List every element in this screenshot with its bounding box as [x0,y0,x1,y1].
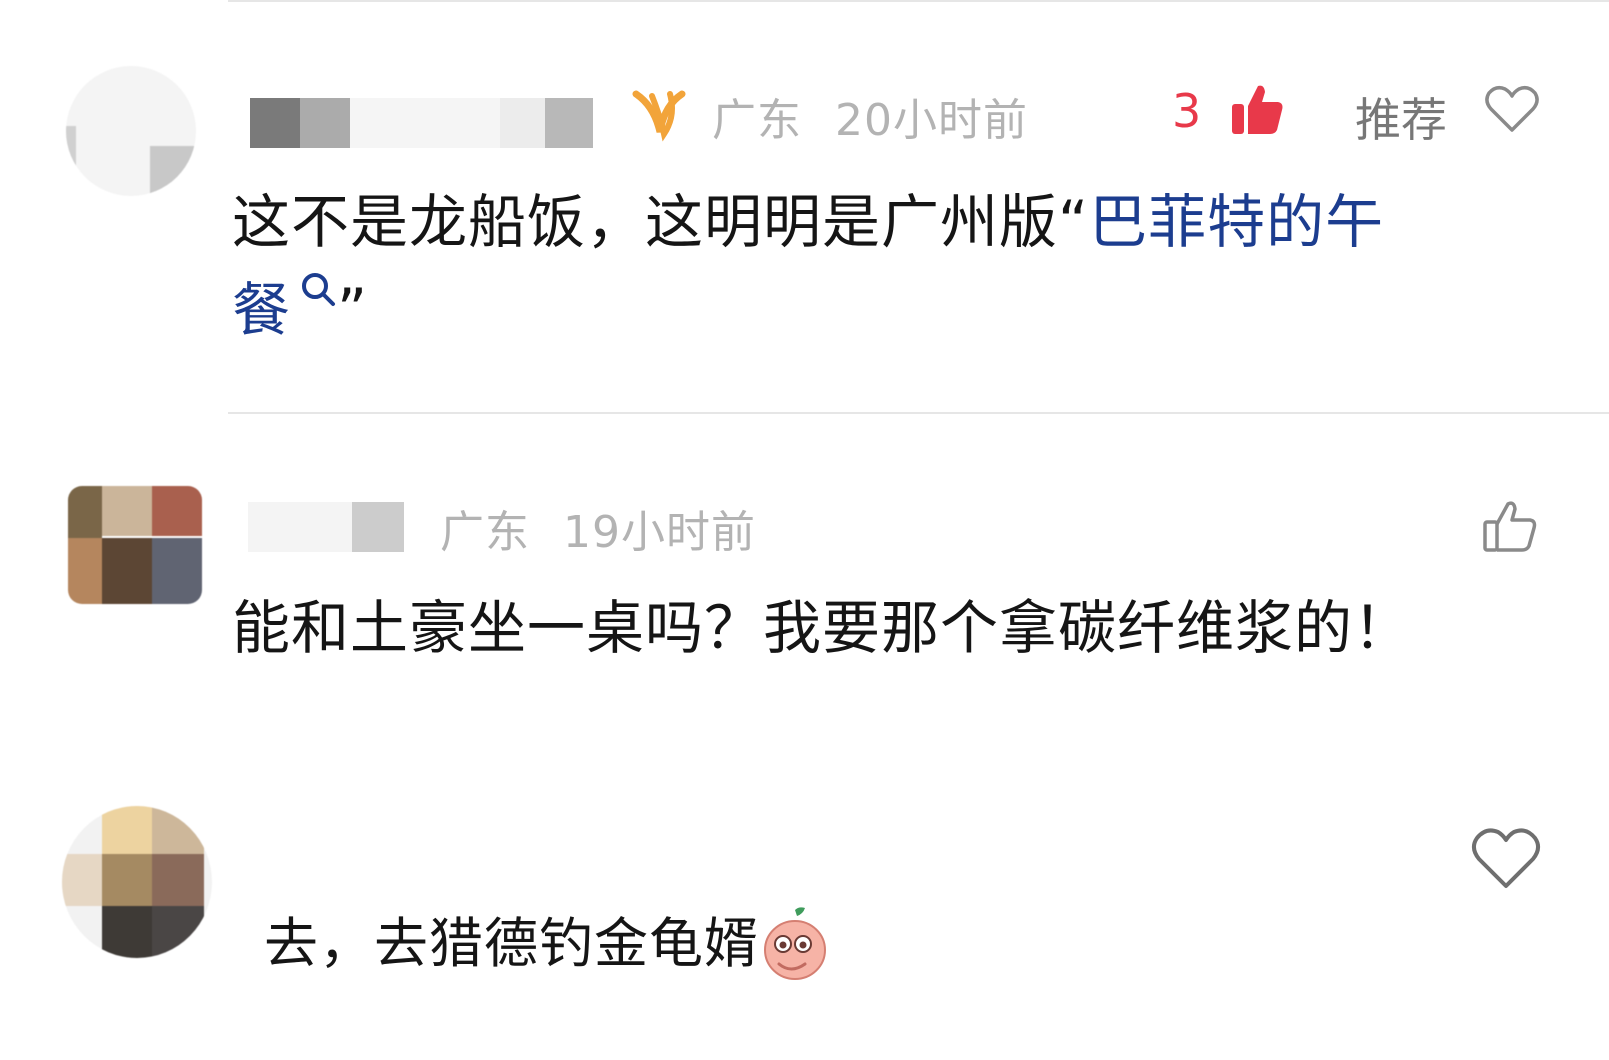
comment-time: 20小时前 [835,95,1028,146]
username-redacted[interactable] [240,98,600,148]
avatar[interactable] [68,486,202,604]
comment-text-prefix: 这不是龙船饭，这明明是广州版“ [232,188,1090,256]
heart-outline-icon[interactable] [1470,826,1542,892]
search-link[interactable]: 巴菲特的午 [1089,188,1384,256]
comment-text: 去，去猎德钓金龟婿 [264,904,831,986]
comment-divider [228,412,1609,414]
comment-time: 19小时前 [563,507,756,558]
peach-emoji-icon [759,904,831,982]
like-count: 3 [1172,84,1202,138]
comment-location: 广东 [440,507,530,558]
username-redacted[interactable] [248,502,418,552]
thumbs-up-filled-icon[interactable] [1228,80,1286,138]
comment-text: 能和土豪坐一桌吗？我要那个拿碳纤维浆的！ [232,594,1413,662]
user-badge-icon [630,86,690,142]
comment-text-body: 去，去猎德钓金龟婿 [264,912,759,975]
thumbs-up-outline-icon[interactable] [1480,496,1540,556]
heart-outline-icon[interactable] [1484,84,1540,134]
recommend-label[interactable]: 推荐 [1355,84,1447,150]
comment-meta: 广东 19小时前 [440,496,756,560]
comment-text: 这不是龙船饭，这明明是广州版“巴菲特的午 [232,178,1572,266]
comment-text-suffix: ” [337,276,369,344]
comment-location: 广东 [712,95,802,146]
avatar[interactable] [62,806,212,958]
search-icon[interactable] [299,270,337,310]
avatar[interactable] [66,66,196,196]
comment-text-line2: 餐 ” [232,266,368,354]
comment-meta: 广东 20小时前 [712,84,1028,148]
top-divider [228,0,1609,2]
search-link-cont[interactable]: 餐 [232,276,291,344]
